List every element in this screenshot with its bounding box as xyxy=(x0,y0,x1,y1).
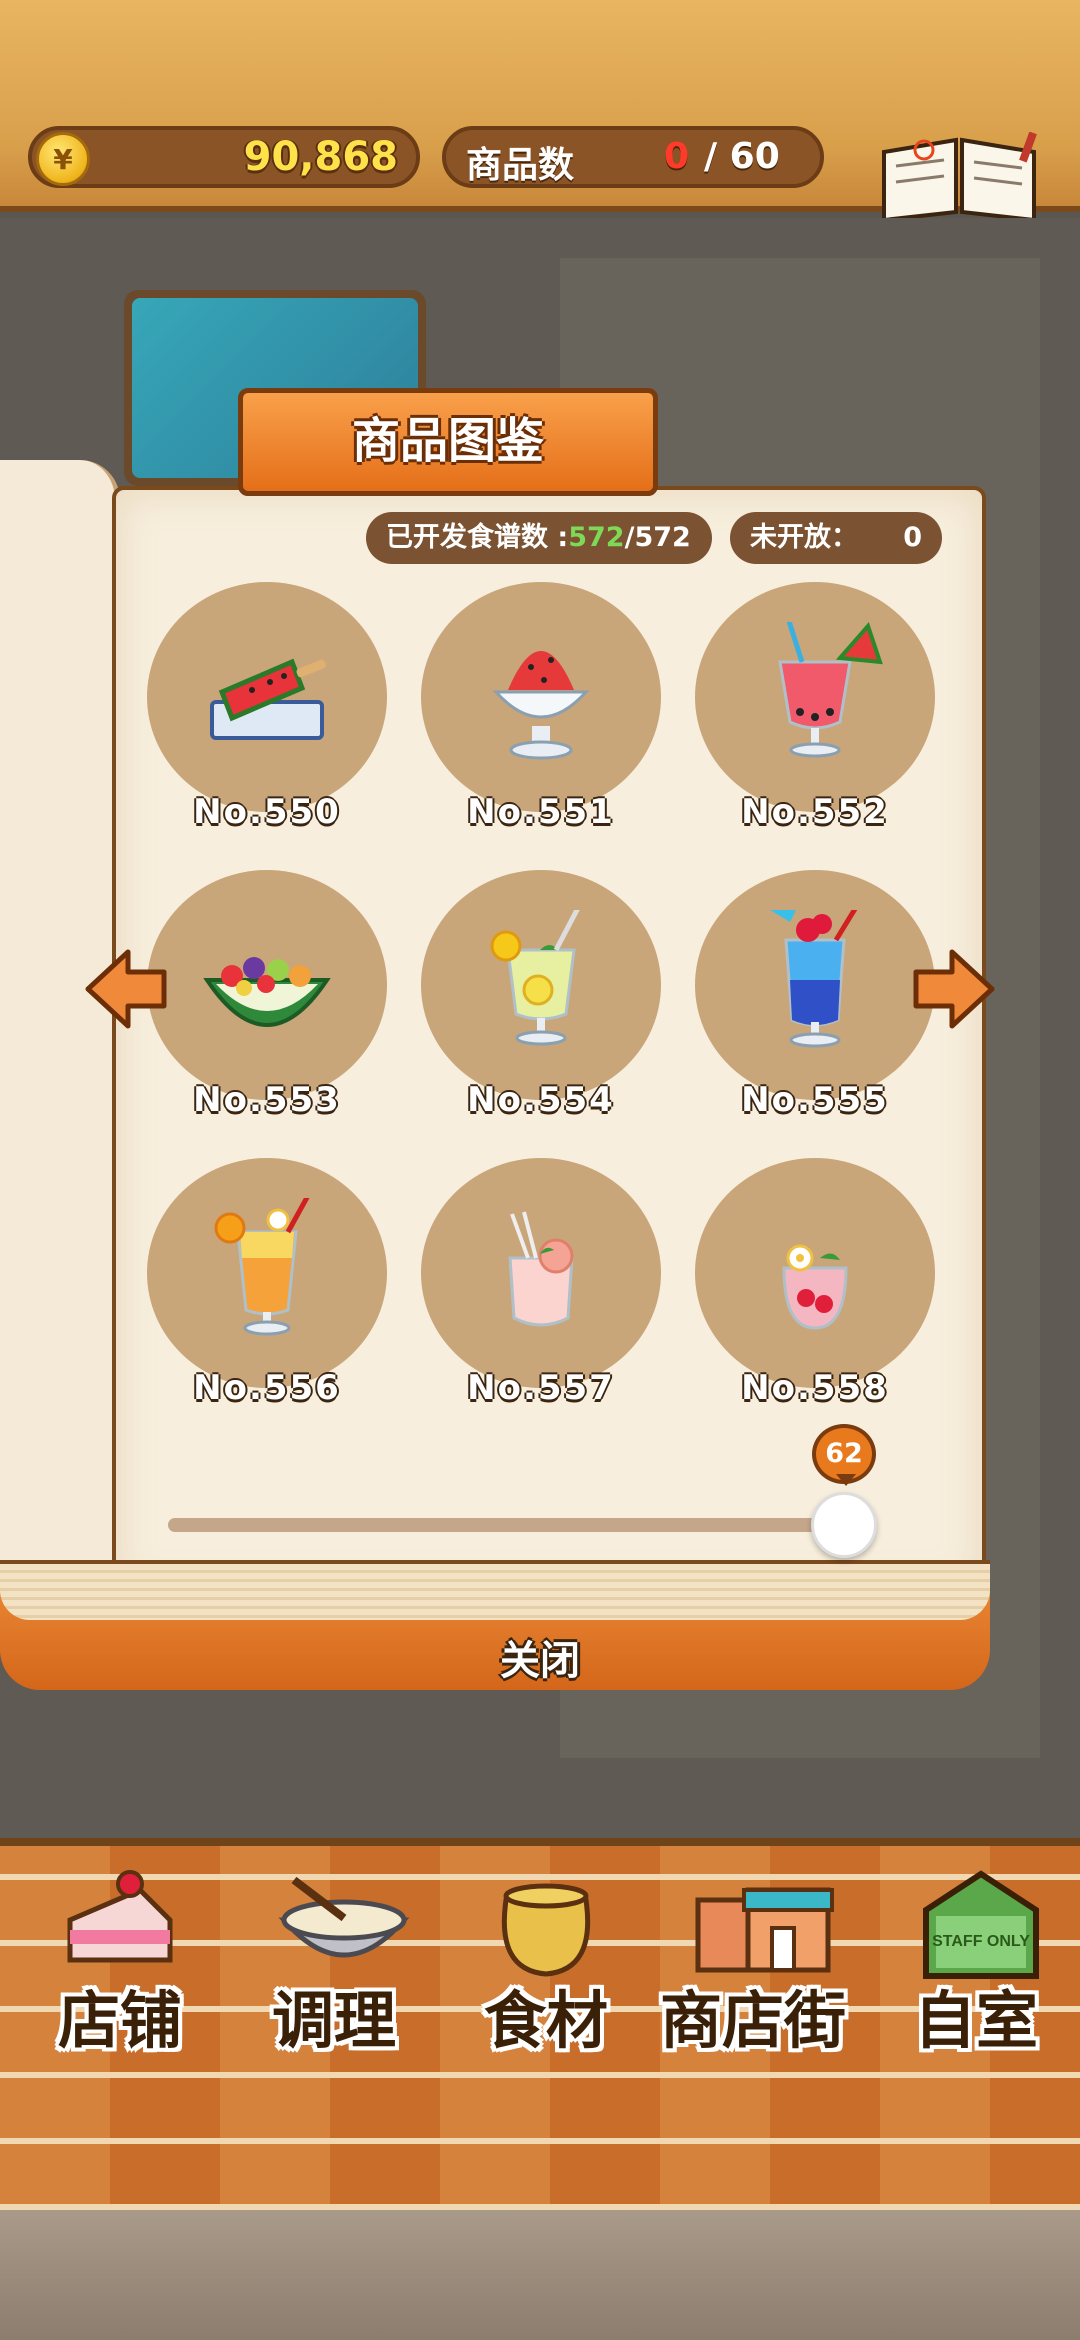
item-number: No.551 xyxy=(467,792,615,832)
item-number: No.554 xyxy=(467,1080,615,1120)
lemon-soda-icon xyxy=(490,910,580,1046)
blue-tropical-drink-icon xyxy=(770,910,858,1048)
money-value: 90,868 xyxy=(243,134,398,180)
developed-count: 572 xyxy=(568,522,625,553)
nav-label: 食材 xyxy=(483,1984,608,2057)
nav-label: 店铺 xyxy=(57,1984,182,2057)
item-number: No.553 xyxy=(193,1080,341,1120)
catalog-item[interactable]: No.555 xyxy=(695,870,935,1120)
nav-shop[interactable]: 店铺 xyxy=(20,1860,220,2060)
unopened-badge: 未开放： 0 xyxy=(730,512,942,564)
nav-ingredients[interactable]: 食材 xyxy=(446,1860,646,2060)
nav-label: 调理 xyxy=(271,1984,396,2057)
unopened-label: 未开放： xyxy=(750,522,858,553)
recipe-book-icon xyxy=(882,132,1037,222)
item-number: No.558 xyxy=(741,1368,889,1408)
catalog-item[interactable]: No.556 xyxy=(147,1158,387,1408)
goods-label: 商品数 xyxy=(466,145,575,186)
mixing-bowl-icon xyxy=(278,1876,410,1958)
catalog-item[interactable]: No.550 xyxy=(147,582,387,832)
item-number: No.555 xyxy=(741,1080,889,1120)
item-number: No.556 xyxy=(193,1368,341,1408)
staff-only-sign-icon: STAFF ONLY xyxy=(923,1870,1039,1979)
prev-page-arrow-icon[interactable] xyxy=(84,948,168,1030)
goods-count: 0 xyxy=(664,136,690,177)
strawberry-drink-icon xyxy=(782,1244,848,1330)
orange-cocktail-icon xyxy=(214,1198,310,1336)
page-slider-track[interactable] xyxy=(168,1518,868,1532)
page-slider-thumb[interactable] xyxy=(811,1492,877,1558)
peach-drink-icon xyxy=(508,1211,574,1327)
yen-coin-icon: ¥ xyxy=(36,132,90,186)
unopened-value: 0 xyxy=(903,522,922,553)
floor xyxy=(0,2210,1080,2340)
catalog-item[interactable]: No.553 xyxy=(147,870,387,1120)
catalog-item[interactable]: No.554 xyxy=(421,870,661,1120)
close-button[interactable]: 关闭 xyxy=(470,1628,610,1688)
watermelon-juice-icon xyxy=(778,622,883,758)
money-display: ¥ 90,868 xyxy=(28,126,420,188)
developed-label: 已开发食谱数 : xyxy=(386,522,569,553)
next-page-arrow-icon[interactable] xyxy=(912,948,996,1030)
cake-icon xyxy=(67,1870,173,1963)
nav-label: 商店街 xyxy=(659,1984,846,2057)
nav-shopping-street[interactable]: 商店街 xyxy=(648,1860,858,2060)
goods-count-display: 商品数 0 / 60 xyxy=(442,126,824,188)
nav-cooking[interactable]: 调理 xyxy=(234,1860,434,2060)
catalog-item[interactable]: No.551 xyxy=(421,582,661,832)
watermelon-popsicle-icon xyxy=(210,658,326,740)
watermelon-shaved-ice-icon xyxy=(492,651,590,760)
item-number: No.550 xyxy=(193,792,341,832)
catalog-item[interactable]: No.558 xyxy=(695,1158,935,1408)
catalog-title: 商品图鉴 xyxy=(238,388,658,496)
catalog-item[interactable]: No.552 xyxy=(695,582,935,832)
item-number: No.557 xyxy=(467,1368,615,1408)
item-number: No.552 xyxy=(741,792,889,832)
top-bar: ¥ 90,868 商品数 0 / 60 食谱 xyxy=(0,0,1080,279)
developed-total: /572 xyxy=(624,522,691,553)
ingredient-sack-icon xyxy=(501,1883,591,1977)
staff-sign-text: STAFF ONLY xyxy=(932,1933,1030,1950)
book-page-edges xyxy=(0,1560,990,1620)
watermelon-fruit-bowl-icon xyxy=(203,957,331,1027)
developed-recipes-badge: 已开发食谱数 :572/572 xyxy=(366,512,712,564)
nav-private-room[interactable]: STAFF ONLY 自室 xyxy=(876,1860,1076,2060)
nav-label: 自室 xyxy=(913,1984,1038,2057)
catalog-item[interactable]: No.557 xyxy=(421,1158,661,1408)
goods-total: / 60 xyxy=(704,136,780,177)
page-number-bubble: 62 xyxy=(812,1424,876,1486)
shop-street-icon xyxy=(695,1887,834,1973)
